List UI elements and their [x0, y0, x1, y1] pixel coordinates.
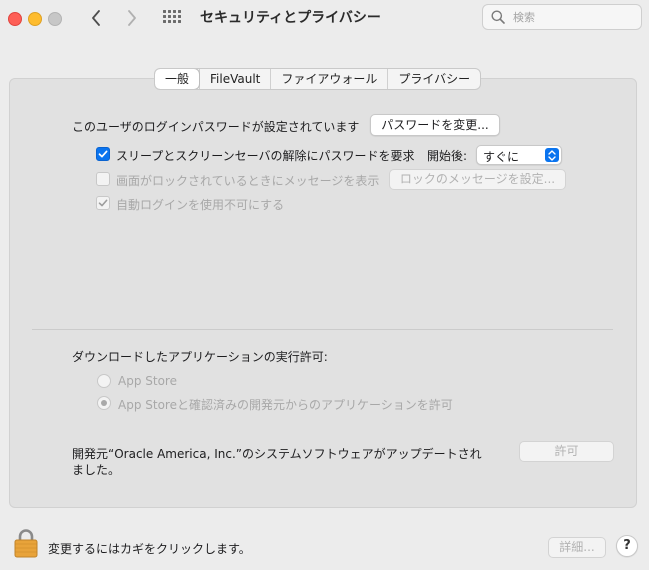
lock-icon	[14, 529, 38, 558]
advanced-button[interactable]: 詳細...	[548, 537, 606, 558]
zoom-window-button[interactable]	[48, 12, 62, 26]
lock-hint-text: 変更するにはカギをクリックします。	[48, 542, 251, 556]
search-icon	[491, 10, 505, 24]
delay-select-value: すぐに	[483, 150, 520, 164]
chevron-right-icon	[128, 10, 136, 26]
change-password-button[interactable]: パスワードを変更...	[370, 114, 500, 136]
checkmark-icon	[98, 199, 108, 207]
radio-app-store-and-identified[interactable]	[97, 396, 111, 410]
select-stepper-icon	[545, 148, 559, 162]
require-password-label: スリープとスクリーンセーバの解除にパスワードを要求	[116, 149, 415, 163]
close-window-button[interactable]	[8, 12, 22, 26]
help-button[interactable]: ?	[616, 535, 638, 557]
blocked-software-message-line2: ました。	[72, 463, 121, 477]
require-password-delay-select[interactable]: すぐに	[476, 145, 562, 165]
radio-app-store-and-identified-label: App Storeと確認済みの開発元からのアプリケーションを許可	[118, 398, 453, 412]
after-delay-label: 開始後:	[427, 149, 468, 163]
tab-bar: 一般 FileVault ファイアウォール プライバシー	[154, 68, 482, 90]
forward-button[interactable]	[121, 6, 143, 30]
set-lock-message-button[interactable]: ロックのメッセージを設定...	[389, 169, 566, 190]
allow-button[interactable]: 許可	[519, 441, 614, 462]
chevron-left-icon	[92, 10, 100, 26]
section-divider	[32, 329, 613, 330]
tab-privacy[interactable]: プライバシー	[387, 69, 480, 89]
disable-auto-login-checkbox[interactable]	[96, 196, 110, 210]
search-input[interactable]	[513, 9, 633, 25]
show-all-grid-icon[interactable]	[163, 10, 183, 26]
tab-general[interactable]: 一般	[155, 69, 200, 89]
lock-button[interactable]	[14, 528, 38, 558]
downloads-heading: ダウンロードしたアプリケーションの実行許可:	[72, 350, 328, 364]
show-lock-message-checkbox[interactable]	[96, 172, 110, 186]
blocked-software-message-line1: 開発元“Oracle America, Inc.”のシステムソフトウェアがアップ…	[72, 447, 482, 461]
tab-firewall[interactable]: ファイアウォール	[270, 69, 387, 89]
show-lock-message-label: 画面がロックされているときにメッセージを表示	[116, 174, 380, 188]
require-password-checkbox[interactable]	[96, 147, 110, 161]
checkmark-icon	[98, 150, 108, 158]
password-set-label: このユーザのログインパスワードが設定されています	[72, 120, 360, 134]
title-bar: セキュリティとプライバシー	[0, 0, 649, 36]
radio-app-store-label: App Store	[118, 374, 177, 388]
radio-app-store[interactable]	[97, 374, 111, 388]
window-title: セキュリティとプライバシー	[200, 10, 381, 26]
minimize-window-button[interactable]	[28, 12, 42, 26]
search-field[interactable]	[482, 4, 642, 30]
back-button[interactable]	[85, 6, 107, 30]
disable-auto-login-label: 自動ログインを使用不可にする	[116, 198, 285, 212]
tab-filevault[interactable]: FileVault	[199, 69, 270, 89]
